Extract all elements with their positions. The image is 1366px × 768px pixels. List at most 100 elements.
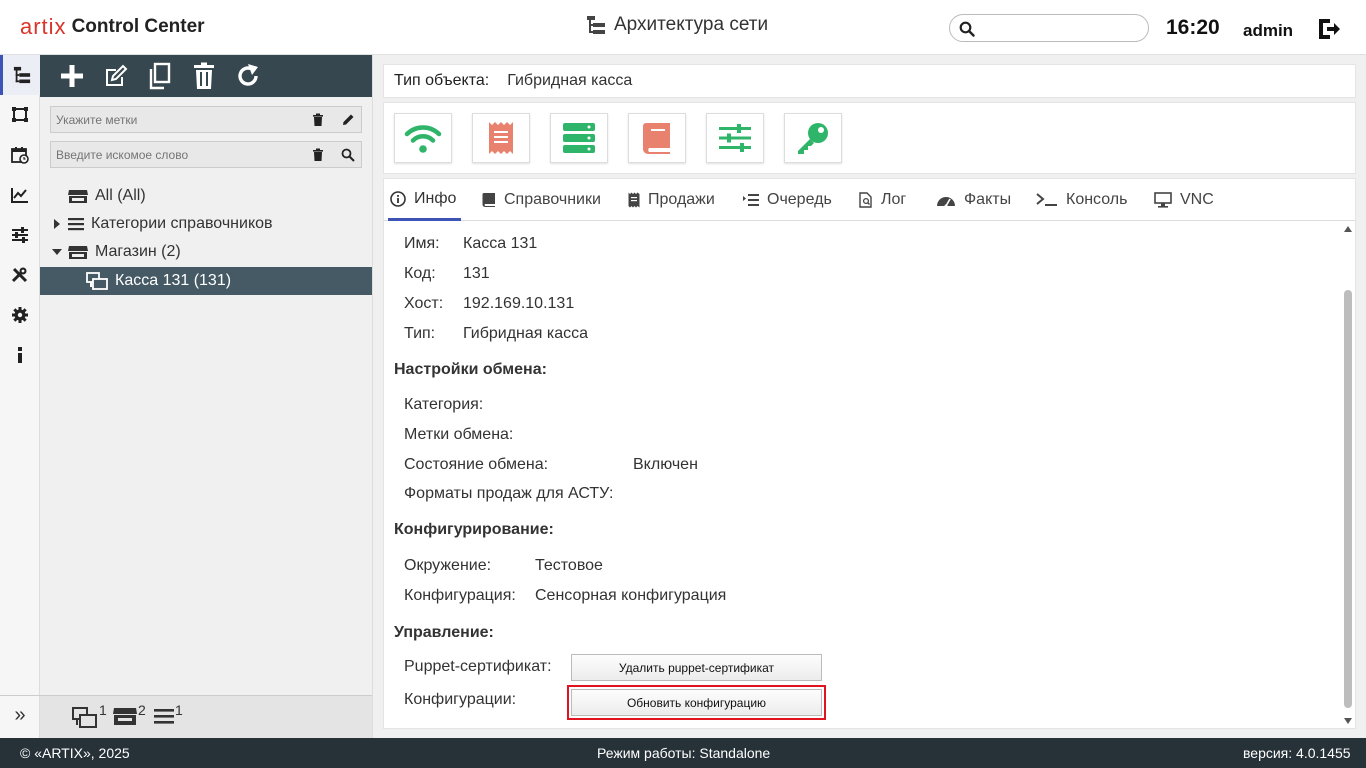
file-search-icon — [859, 192, 873, 208]
tab-vnc[interactable]: VNC — [1154, 179, 1214, 221]
page-title: Архитектура сети — [586, 14, 768, 36]
name-label: Имя: — [404, 235, 440, 252]
nav-analytics[interactable] — [0, 175, 40, 215]
scroll-down-arrow-icon[interactable] — [1344, 718, 1352, 724]
tab-info[interactable]: Инфо — [388, 179, 461, 221]
tree-item-label: Магазин (2) — [95, 243, 181, 260]
logout-button[interactable] — [1316, 16, 1342, 47]
config-value: Сенсорная конфигурация — [535, 587, 727, 604]
add-icon — [60, 65, 83, 87]
clock: 16:20 — [1166, 16, 1220, 39]
tree-item-label: Категории справочников — [91, 215, 273, 232]
tree-footer: 1 2 1 — [40, 695, 372, 738]
nav-schedule[interactable] — [0, 135, 40, 175]
nav-tools[interactable] — [0, 255, 40, 295]
calendar-clock-icon — [11, 147, 29, 164]
tags-filter[interactable] — [50, 106, 362, 133]
search-icon[interactable] — [341, 148, 355, 162]
delete-puppet-cert-button[interactable]: Удалить puppet-сертификат — [571, 654, 822, 681]
trash-icon[interactable] — [312, 113, 324, 127]
refresh-icon — [237, 64, 258, 86]
nav-about[interactable] — [0, 335, 40, 375]
expand-rail-button[interactable]: » — [0, 695, 40, 735]
tree-item-pos-131[interactable]: Касса 131 (131) — [40, 267, 372, 295]
caret-down-icon[interactable] — [52, 249, 62, 255]
book-icon — [482, 192, 496, 208]
category-count: 1 — [175, 702, 183, 718]
store-icon — [113, 708, 137, 725]
terminal-icon — [1036, 193, 1058, 207]
chart-line-icon — [11, 188, 28, 203]
pencil-icon[interactable] — [341, 113, 355, 127]
store-counter[interactable]: 2 — [113, 702, 146, 726]
key-icon — [798, 123, 828, 154]
global-search[interactable] — [949, 14, 1149, 42]
edit-icon — [105, 64, 127, 86]
copyright: © «ARTIX», 2025 — [20, 745, 130, 761]
nav-network-architecture[interactable] — [0, 55, 40, 95]
scroll-thumb[interactable] — [1344, 290, 1352, 708]
tree-panel: All (All) Категории справочников Магазин… — [40, 55, 373, 738]
tree-item-all[interactable]: All (All) — [40, 182, 372, 210]
copy-button[interactable] — [143, 60, 176, 92]
edit-button[interactable] — [99, 60, 132, 92]
list-icon — [154, 709, 174, 724]
trash-icon — [193, 62, 214, 89]
category-counter[interactable]: 1 — [154, 702, 183, 726]
page-title-text: Архитектура сети — [614, 14, 769, 35]
configuration-title: Конфигурирование: — [394, 521, 554, 538]
status-bar: © «ARTIX», 2025 Режим работы: Standalone… — [0, 738, 1366, 768]
double-chevron-right-icon: » — [14, 704, 26, 726]
monitor-icon — [1154, 192, 1172, 208]
gear-icon — [12, 307, 28, 323]
receipt-button[interactable] — [472, 113, 530, 163]
logo: artix Control Center — [20, 10, 205, 44]
tree-item-catalog-categories[interactable]: Категории справочников — [40, 210, 372, 238]
tab-sales[interactable]: Продажи — [628, 179, 715, 221]
tab-facts[interactable]: Факты — [936, 179, 1011, 221]
tab-log[interactable]: Лог — [859, 179, 906, 221]
version: версия: 4.0.1455 — [1243, 745, 1351, 761]
tree-search-input[interactable] — [56, 146, 296, 164]
name-value: Касса 131 — [463, 235, 538, 252]
nav-config[interactable] — [0, 295, 40, 335]
work-mode: Режим работы: Standalone — [597, 745, 771, 761]
category-label: Категория: — [404, 396, 484, 413]
tab-console[interactable]: Консоль — [1036, 179, 1127, 221]
scroll-up-arrow-icon[interactable] — [1344, 226, 1352, 232]
nav-rail: » — [0, 55, 40, 738]
caret-right-icon[interactable] — [52, 219, 62, 229]
pos-terminal-icon — [86, 272, 108, 290]
info-circle-icon — [390, 190, 406, 207]
exchange-settings-title: Настройки обмена: — [394, 361, 547, 378]
tab-catalogs[interactable]: Справочники — [482, 179, 601, 221]
vertical-scrollbar[interactable] — [1342, 222, 1355, 728]
info-content: Имя: Касса 131 Код: 131 Хост: 192.169.10… — [384, 222, 1340, 728]
exchange-state-value: Включен — [633, 456, 698, 473]
nav-settings-sliders[interactable] — [0, 215, 40, 255]
settings-sliders-button[interactable] — [706, 113, 764, 163]
nav-frames[interactable] — [0, 95, 40, 135]
tree-item-store[interactable]: Магазин (2) — [40, 238, 372, 266]
tree-item-label: Касса 131 (131) — [115, 272, 232, 289]
username[interactable]: admin — [1243, 21, 1293, 41]
host-label: Хост: — [404, 295, 444, 312]
sliders-icon — [12, 227, 28, 243]
tab-queue[interactable]: Очередь — [743, 179, 832, 221]
update-config-button[interactable]: Обновить конфигурацию — [571, 689, 822, 716]
pos-counter[interactable]: 1 — [72, 702, 107, 728]
license-key-button[interactable] — [784, 113, 842, 163]
network-button[interactable] — [394, 113, 452, 163]
store-count: 2 — [138, 702, 146, 718]
server-button[interactable] — [550, 113, 608, 163]
global-search-input[interactable] — [980, 18, 1140, 38]
receipt-icon — [489, 122, 513, 154]
catalog-book-button[interactable] — [628, 113, 686, 163]
delete-button[interactable] — [187, 60, 220, 92]
add-button[interactable] — [55, 60, 88, 92]
trash-icon[interactable] — [312, 148, 324, 162]
type-value: Гибридная касса — [463, 325, 589, 342]
refresh-button[interactable] — [231, 60, 264, 92]
tags-filter-input[interactable] — [56, 111, 296, 129]
search-filter[interactable] — [50, 141, 362, 168]
